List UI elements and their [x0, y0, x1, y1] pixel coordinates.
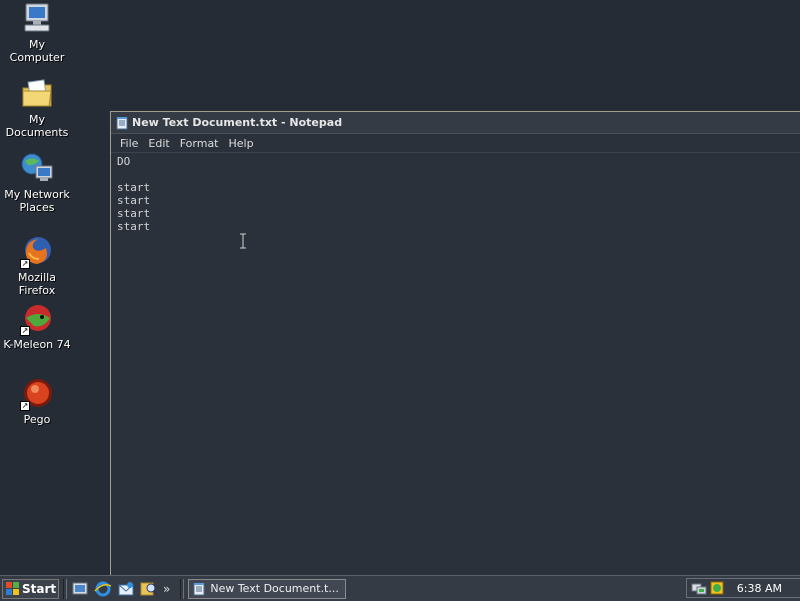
task-label: New Text Document.t... — [210, 582, 339, 595]
security-icon[interactable] — [709, 580, 725, 596]
firefox-icon: ↗ — [20, 235, 54, 269]
desktop-icon-label: Pego — [23, 413, 51, 426]
desktop-icon-k-meleon[interactable]: ↗ K-Meleon 74 — [0, 302, 74, 351]
menu-bar: File Edit Format Help — [111, 134, 800, 153]
desktop-icon-mozilla-firefox[interactable]: ↗ Mozilla Firefox — [0, 235, 74, 297]
window-titlebar[interactable]: New Text Document.txt - Notepad — [111, 112, 800, 134]
desktop-icon-my-documents[interactable]: My Documents — [0, 77, 74, 139]
desktop-icon-label: My Network Places — [4, 188, 70, 214]
clock[interactable]: 6:38 AM — [737, 582, 782, 595]
desktop-icon-my-computer[interactable]: My Computer — [0, 2, 74, 64]
k-meleon-icon: ↗ — [20, 302, 54, 336]
shortcut-arrow-icon: ↗ — [20, 259, 30, 269]
shortcut-arrow-icon: ↗ — [20, 326, 30, 336]
network-places-icon — [20, 152, 54, 186]
taskbar-separator — [63, 578, 67, 599]
window-title: New Text Document.txt - Notepad — [132, 116, 343, 129]
menu-format[interactable]: Format — [175, 137, 224, 150]
menu-edit[interactable]: Edit — [143, 137, 174, 150]
menu-help[interactable]: Help — [224, 137, 259, 150]
windows-flag-icon — [6, 582, 19, 595]
pego-icon: ↗ — [20, 377, 54, 411]
computer-icon — [20, 2, 54, 36]
desktop-icon-label: Mozilla Firefox — [18, 271, 56, 297]
text-cursor-icon — [239, 233, 247, 249]
notepad-icon — [192, 582, 206, 596]
system-tray: 6:38 AM — [686, 578, 800, 598]
menu-file[interactable]: File — [115, 137, 143, 150]
taskbar-separator — [180, 578, 185, 599]
show-desktop-icon[interactable] — [71, 580, 89, 598]
notepad-icon — [115, 116, 129, 130]
network-icon[interactable] — [691, 580, 707, 596]
folder-icon — [20, 77, 54, 111]
desktop-icon-label: K-Meleon 74 — [3, 338, 71, 351]
outlook-express-icon[interactable] — [117, 580, 135, 598]
text-editor-area[interactable]: DO start start start start — [117, 155, 798, 574]
start-button[interactable]: Start — [2, 578, 59, 599]
internet-explorer-icon[interactable] — [94, 580, 112, 598]
desktop-icon-my-network-places[interactable]: My Network Places — [0, 152, 74, 214]
notepad-window[interactable]: New Text Document.txt - Notepad File Edi… — [110, 111, 800, 581]
taskbar-button-notepad[interactable]: New Text Document.t... — [188, 578, 347, 599]
desktop-icon-pego[interactable]: ↗ Pego — [0, 377, 74, 426]
start-label: Start — [22, 581, 57, 596]
shortcut-arrow-icon: ↗ — [20, 401, 30, 411]
search-icon[interactable] — [140, 580, 158, 598]
desktop-icon-label: My Documents — [5, 113, 69, 139]
desktop: My Computer My Documents My Network Plac… — [0, 0, 800, 581]
desktop-icon-label: My Computer — [9, 38, 65, 64]
taskbar: Start » New Text Document.t... 6:38 AM — [0, 575, 800, 601]
quicklaunch-chevron[interactable]: » — [163, 582, 170, 596]
